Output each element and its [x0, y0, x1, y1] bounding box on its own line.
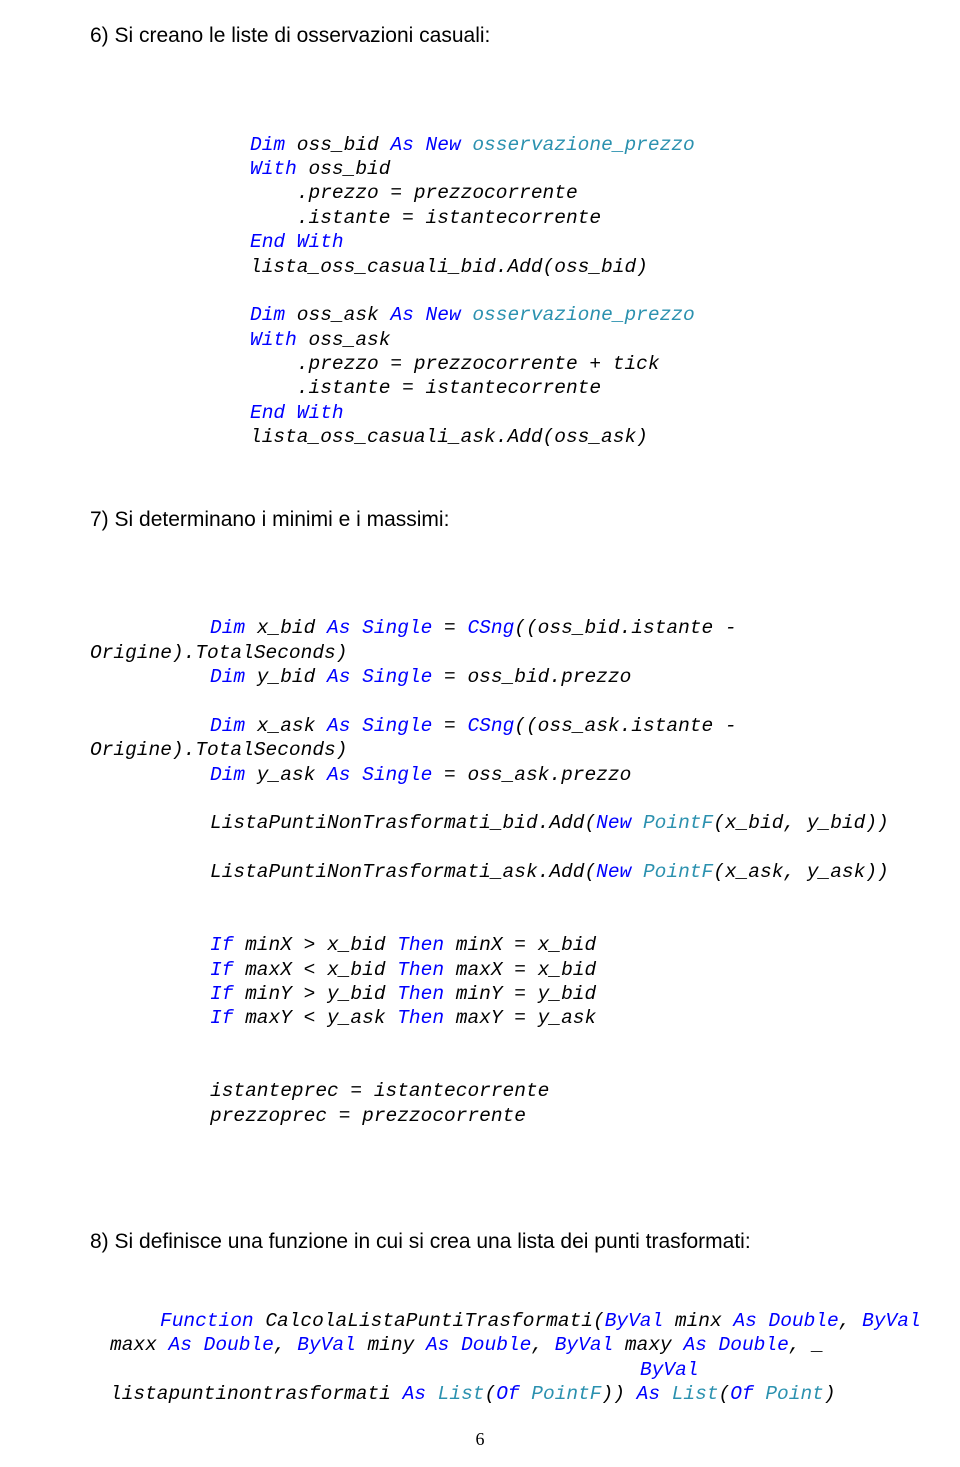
heading-6: 6) Si creano le liste di osservazioni ca…	[90, 22, 890, 50]
code-block-7: Dim x_bid As Single = CSng((oss_bid.ista…	[90, 592, 890, 1128]
page-number: 6	[0, 1427, 960, 1451]
page: 6) Si creano le liste di osservazioni ca…	[0, 0, 960, 1467]
code-block-8: Function CalcolaListaPuntiTrasformati(By…	[90, 1285, 890, 1407]
heading-7: 7) Si determinano i minimi e i massimi:	[90, 506, 890, 534]
heading-8: 8) Si definisce una funzione in cui si c…	[90, 1228, 890, 1256]
code-block-6: Dim oss_bid As New osservazione_prezzo W…	[90, 108, 890, 449]
